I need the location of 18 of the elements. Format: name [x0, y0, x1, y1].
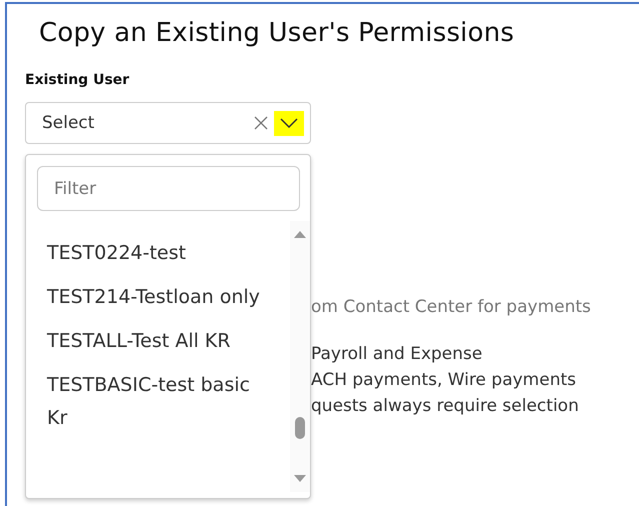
user-option[interactable]: TEST214-Testloan only	[47, 277, 276, 321]
user-option[interactable]: TESTALL-Test All KR	[47, 321, 276, 365]
field-label: Existing User	[25, 72, 130, 88]
description-text: Payroll and Expense	[311, 343, 484, 366]
clear-icon[interactable]	[254, 116, 268, 130]
user-option[interactable]: TESTBASIC-test basic Kr	[47, 365, 276, 442]
scroll-down-icon[interactable]	[294, 475, 306, 482]
filter-field[interactable]: Filter	[37, 166, 300, 211]
user-select[interactable]: Select	[25, 102, 311, 144]
description-text: ACH payments, Wire payments	[311, 369, 578, 392]
scroll-thumb[interactable]	[295, 417, 305, 439]
scrollbar[interactable]	[290, 221, 310, 492]
description-text: quests always require selection	[311, 395, 580, 418]
user-option[interactable]: TEST0224-test	[47, 233, 276, 277]
caret-icon[interactable]	[274, 110, 304, 136]
description-text: om Contact Center for payments	[311, 296, 592, 319]
page-title: Copy an Existing User's Permissions	[39, 18, 516, 48]
scroll-up-icon[interactable]	[294, 231, 306, 238]
